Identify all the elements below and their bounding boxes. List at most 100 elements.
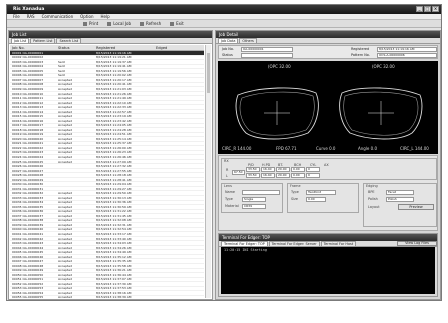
registered-cell: 8/15/2013 11:32:08 AM <box>96 218 132 223</box>
status-cell: Accepted <box>58 114 72 119</box>
job-no-cell: 00040 OA-00000040 <box>12 227 44 232</box>
frame-size-field[interactable]: 0.00 <box>306 197 326 202</box>
rx-r-hpd-field[interactable]: 16.40 <box>261 167 275 172</box>
local-job-button[interactable]: Local Job <box>107 21 131 26</box>
exit-button[interactable]: Exit <box>170 21 184 26</box>
job-no-cell: 00023 OA-00000023 <box>12 150 44 155</box>
lens-shape-graphic <box>235 87 423 140</box>
job-no-cell: 00003 OA-00000003 <box>12 60 44 64</box>
registered-cell: 8/15/2013 11:34:49 AM <box>96 250 132 255</box>
menu-ras[interactable]: RAS <box>27 14 35 19</box>
job-list-scrollbar[interactable] <box>205 45 211 298</box>
polish-field[interactable]: Polish <box>386 197 414 202</box>
status-cell: Accepted <box>58 232 72 237</box>
registered-cell: 8/15/2013 11:27:32 AM <box>96 164 132 169</box>
registered-cell: 8/15/2013 11:24:05 AM <box>96 123 132 128</box>
rx-pd-total-field[interactable]: 67.50 <box>232 170 245 175</box>
rx-l-pd-field[interactable]: 33.50 <box>246 173 260 178</box>
status-cell: Accepted <box>58 254 72 259</box>
menu-file[interactable]: File <box>13 14 20 19</box>
status-cell: Accepted <box>58 241 72 246</box>
registered-cell: 8/15/2013 11:19:16 AM <box>96 51 132 55</box>
status-cell: Accepted <box>58 259 72 264</box>
status-cell: Accepted <box>58 205 72 209</box>
scroll-thumb[interactable] <box>207 53 210 93</box>
bpe-label: BPE <box>368 190 375 194</box>
tab-others[interactable]: Others <box>239 38 257 43</box>
print-button[interactable]: Print <box>83 21 98 26</box>
job-no-cell: 00046 OA-00000046 <box>12 254 44 259</box>
job-no-cell: 00034 OA-00000034 <box>12 200 44 205</box>
menu-help[interactable]: Help <box>101 14 110 19</box>
app-window: Ris Xanadua _ □ × File RAS Communication… <box>6 4 442 301</box>
tab-job-list[interactable]: Job List <box>11 38 30 43</box>
refresh-label: Refresh <box>146 21 162 26</box>
refresh-icon <box>140 21 145 26</box>
registered-cell: 8/15/2013 11:30:13 AM <box>96 196 132 200</box>
left-opc-label: (OPC 32.00 <box>372 64 395 69</box>
maximize-button[interactable]: □ <box>424 6 431 12</box>
col-job-no[interactable]: Job No. <box>10 46 56 50</box>
job-no-cell: 00055 OA-00000055 <box>12 295 44 298</box>
status-cell: Accepted <box>58 128 72 132</box>
tab-pattern-list[interactable]: Pattern List <box>30 38 56 43</box>
close-button[interactable]: × <box>432 6 439 12</box>
col-status[interactable]: Status <box>56 46 94 50</box>
refresh-button[interactable]: Refresh <box>140 21 161 26</box>
rx-r-bch-field[interactable]: 0.00 <box>291 167 305 172</box>
registered-cell: 8/15/2013 11:34:26 AM <box>96 245 132 250</box>
table-row[interactable]: 00055 OA-00000055 Accepted 8/15/2013 11:38… <box>10 296 204 298</box>
view-log-files-button[interactable]: View Log Files <box>397 241 437 246</box>
frame-type-field[interactable]: TwoPoint <box>306 190 336 195</box>
registered-cell: 8/15/2013 11:24:28 AM <box>96 128 132 132</box>
status-cell: Accepted <box>58 155 72 159</box>
rx-header-ax: AX <box>324 163 329 167</box>
status-cell: Accepted <box>58 277 72 282</box>
tab-search-list[interactable]: Search List <box>56 38 82 43</box>
rx-l-hpd-field[interactable]: 16.40 <box>261 173 275 178</box>
lens-name-field[interactable] <box>242 190 280 195</box>
status-cell: Accepted <box>58 146 72 150</box>
rx-r-pd-field[interactable]: 33.50 <box>246 167 260 172</box>
lens-type-field[interactable]: Single <box>242 197 266 202</box>
job-parameters: RX P/D H.PD BT. BCH CYL AX R L 67.50 33.… <box>218 155 438 231</box>
rx-l-cyl-field[interactable]: 0 <box>306 173 320 178</box>
tab-terminal-edger-server[interactable]: Terminal For Edger: Server <box>268 241 320 246</box>
preview-button[interactable]: Preview <box>398 204 434 210</box>
job-no-cell: 00044 OA-00000044 <box>12 245 44 250</box>
circ-l-readout: CIRC_L 144.00 <box>400 146 429 151</box>
tab-terminal-host[interactable]: Terminal For Host <box>320 241 357 246</box>
tab-terminal-edger-top[interactable]: Terminal For Edger: TOP <box>221 241 268 246</box>
job-no-cell: 00053 OA-00000053 <box>12 286 44 291</box>
lens-name-label: Name <box>225 190 236 194</box>
col-edged[interactable]: Edged <box>154 46 204 50</box>
lens-material-label: Material <box>225 204 239 208</box>
job-no-cell: 00031 OA-00000031 <box>12 186 44 191</box>
menu-communication[interactable]: Communication <box>42 14 74 19</box>
lens-material-field[interactable]: CR39 <box>242 204 266 209</box>
status-cell: Sent <box>58 69 65 73</box>
bpe-field[interactable]: Facet <box>386 190 414 195</box>
tab-job-data[interactable]: Job Data <box>218 38 239 43</box>
edging-group: Edging BPE Facet Polish Polish Layout Pr… <box>363 183 437 227</box>
registered-cell: 8/15/2013 11:32:54 AM <box>96 227 132 232</box>
menu-option[interactable]: Option <box>80 14 93 19</box>
job-no-cell: 00016 OA-00000016 <box>12 118 44 123</box>
col-registered[interactable]: Registered <box>94 46 154 50</box>
status-cell: Accepted <box>58 100 72 105</box>
rx-l-bch-field[interactable]: 0.00 <box>291 173 305 178</box>
rx-r-cyl-field[interactable]: 0 <box>306 167 320 172</box>
registered-field: 8/15/2013 11:19:16 AM <box>377 47 437 52</box>
rx-r-bt-field[interactable]: 20.00 <box>276 167 290 172</box>
status-cell: Accepted <box>58 273 72 277</box>
registered-cell: 8/15/2013 11:37:53 AM <box>96 286 132 291</box>
job-table: Job No. Status Registered Edged 00001 OA… <box>10 45 204 298</box>
registered-cell: 8/15/2013 11:22:57 AM <box>96 109 132 114</box>
lens-group-label: Lens <box>224 184 232 188</box>
rx-l-bt-field[interactable]: 20.00 <box>276 173 290 178</box>
status-cell: Accepted <box>58 218 72 223</box>
minimize-button[interactable]: _ <box>416 6 423 12</box>
status-cell: Accepted <box>58 200 72 205</box>
status-cell: Accepted <box>58 109 72 114</box>
job-no-cell: 00015 OA-00000015 <box>12 114 44 119</box>
